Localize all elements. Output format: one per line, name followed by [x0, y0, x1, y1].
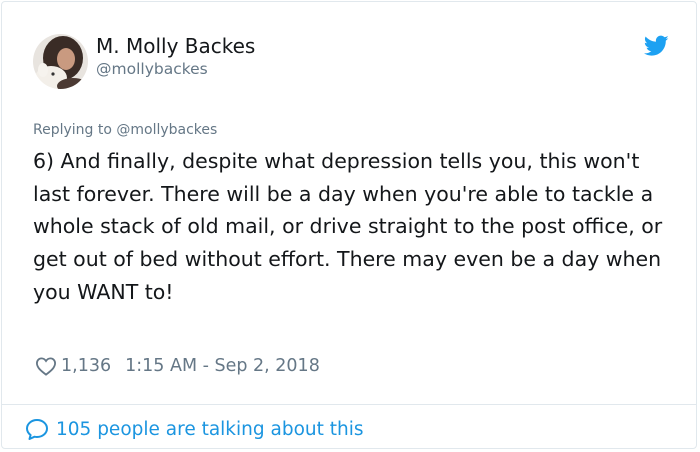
user-handle[interactable]: @mollybackes — [96, 60, 208, 78]
avatar[interactable] — [33, 34, 88, 89]
talking-about-link[interactable]: 105 people are talking about this — [25, 416, 364, 442]
replying-to[interactable]: Replying to @mollybackes — [33, 122, 217, 138]
talking-about-text: 105 people are talking about this — [56, 418, 364, 440]
timestamp[interactable]: 1:15 AM - Sep 2, 2018 — [125, 356, 320, 376]
tweet-meta: 1,136 1:15 AM - Sep 2, 2018 — [35, 353, 320, 379]
tweet-card: M. Molly Backes @mollybackes Replying to… — [1, 1, 697, 449]
twitter-bird-icon[interactable] — [644, 35, 669, 57]
tweet-text: 6) And finally, despite what depression … — [33, 149, 663, 304]
display-name[interactable]: M. Molly Backes — [96, 34, 255, 58]
divider — [2, 404, 696, 405]
heart-icon[interactable] — [35, 356, 57, 376]
like-count[interactable]: 1,136 — [61, 356, 111, 376]
avatar-photo — [33, 34, 88, 89]
speech-bubble-icon — [26, 419, 48, 440]
